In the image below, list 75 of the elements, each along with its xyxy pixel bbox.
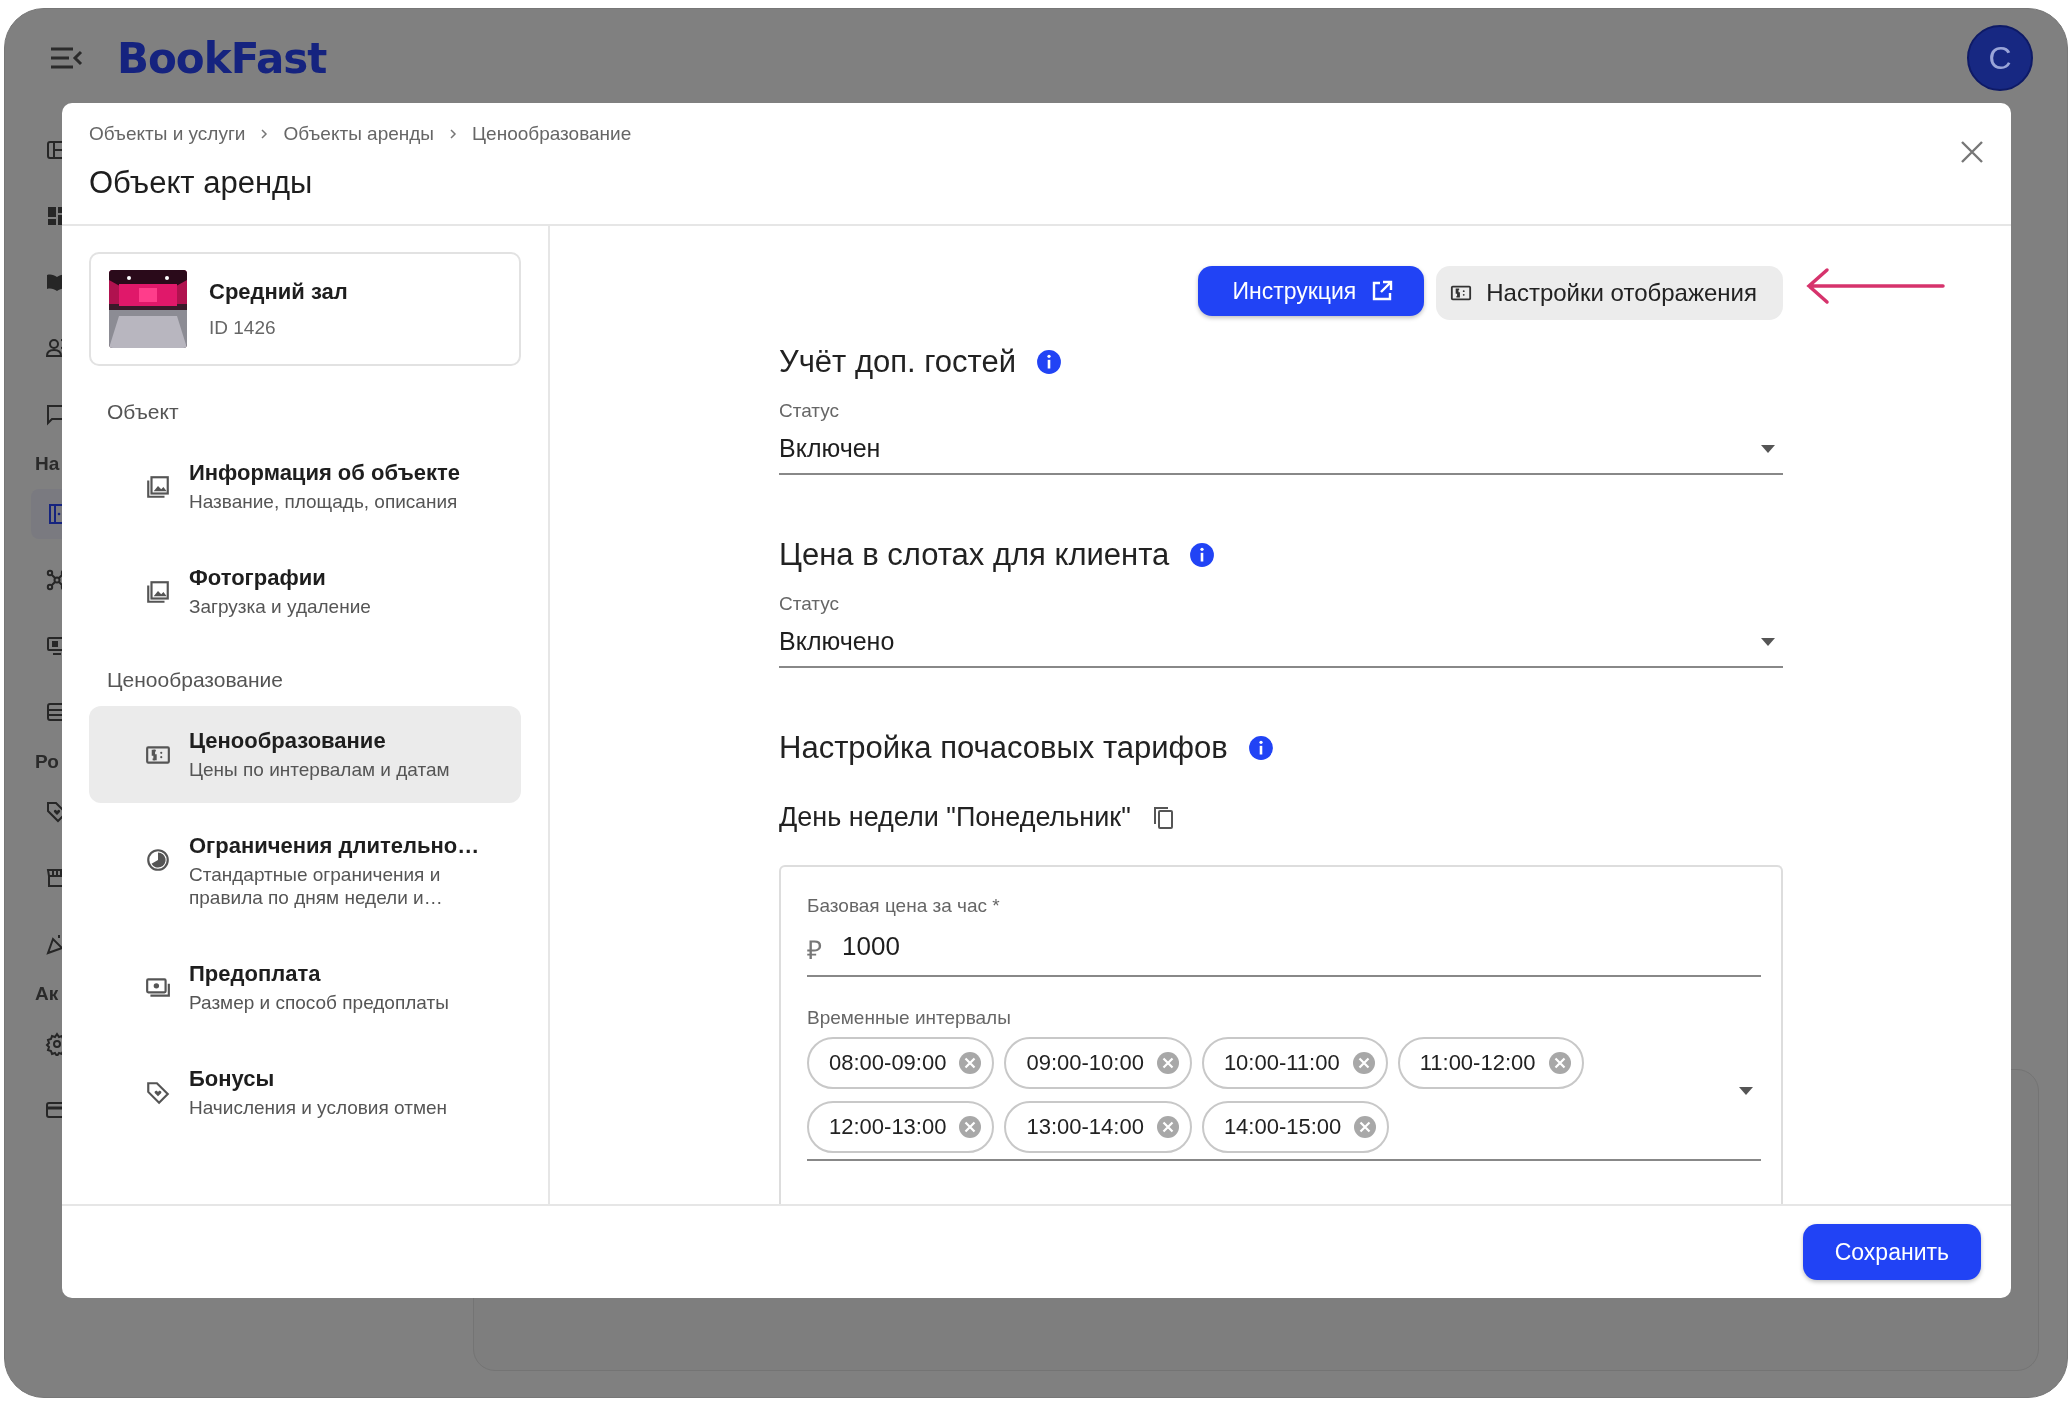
field-label: Временные интервалы (807, 1007, 1012, 1029)
section-title: Настройка почасовых тарифов (779, 730, 1228, 766)
nav-item-title: Предоплата (189, 961, 322, 987)
nav-item[interactable]: Бонусы Начисления и условия отмен (89, 1044, 521, 1141)
remove-icon (1547, 1051, 1572, 1075)
rail-section-label: На (34, 452, 61, 476)
nav-item[interactable]: Ограничения длительно… Стандартные ограничения и правила по дням недели и… (89, 811, 521, 931)
breadcrumb-link[interactable]: Объекты и услуги (89, 123, 246, 145)
instruction-button[interactable]: Инструкция (1198, 266, 1425, 316)
status-select[interactable]: Статус Включен (779, 400, 1783, 475)
nav-item-subtitle: Цены по интервалам и датам (189, 758, 451, 781)
nav-item-title: Фотографии (189, 565, 327, 591)
info-icon (1247, 735, 1274, 761)
object-card[interactable]: Средний зал ID 1426 (89, 252, 521, 366)
save-button[interactable]: Сохранить (1802, 1224, 1981, 1280)
remove-icon (1155, 1115, 1180, 1139)
select-value: Включено (779, 627, 895, 656)
nav-item-subtitle: Начисления и условия отмен (189, 1096, 448, 1119)
chevron-icon (259, 128, 270, 140)
object-name: Средний зал (209, 279, 348, 305)
nav-item[interactable]: Фотографии Загрузка и удаление (89, 543, 521, 640)
rail-section-label: Ро (34, 750, 60, 774)
dropdown-caret-icon (1761, 637, 1775, 646)
rail-section-label: Ак (34, 982, 60, 1006)
section-title: Цена в слотах для клиента (779, 537, 1170, 573)
remove-icon (958, 1051, 983, 1075)
interval-chip[interactable]: 08:00-09:00 (807, 1037, 995, 1089)
object-id: ID 1426 (209, 317, 277, 339)
display-settings-button[interactable]: Настройки отображения (1436, 266, 1783, 320)
interval-chip[interactable]: 11:00-12:00 (1397, 1037, 1584, 1089)
nav-item[interactable]: Ценообразование Цены по интервалам и датам (89, 706, 521, 803)
interval-chip[interactable]: 09:00-10:00 (1004, 1037, 1192, 1089)
nav-item[interactable]: Информация об объекте Название, площадь, описания (89, 438, 521, 535)
close-icon[interactable] (1959, 139, 1985, 165)
remove-icon (1351, 1051, 1376, 1075)
nav-item-subtitle: Размер и способ предоплаты (189, 991, 450, 1014)
nav-item-subtitle: Загрузка и удаление (189, 595, 372, 618)
dropdown-caret-icon (1761, 444, 1775, 453)
section-heading: Объект (107, 400, 180, 424)
external-link-icon (1370, 279, 1395, 303)
nav-item-subtitle: Название, площадь, описания (189, 490, 459, 513)
remove-icon (1353, 1115, 1378, 1139)
modal-title: Объект аренды (89, 165, 314, 201)
nav-item-subtitle: Стандартные ограничения и правила по дням недели и… (189, 863, 444, 909)
section-heading: Ценообразование (107, 668, 284, 692)
intervals-field[interactable]: Временные интервалы 08:00-09:00 09:00-10:00 10:00-11:00 11:00-12:00 12:00-13:00 13:00-14:00 14:00-15:00 (807, 1007, 1761, 1161)
chevron-icon (448, 128, 459, 140)
price-value: 1000 (842, 931, 900, 963)
interval-chip[interactable]: 13:00-14:00 (1004, 1101, 1192, 1153)
section-title: Учёт доп. гостей (779, 344, 1016, 380)
nav-item-title: Бонусы (189, 1066, 276, 1092)
breadcrumb-link[interactable]: Ценообразование (472, 123, 632, 145)
info-icon (1189, 542, 1216, 568)
status-select[interactable]: Статус Включено (779, 593, 1783, 668)
select-value: Включен (779, 434, 881, 463)
interval-chip[interactable]: 12:00-13:00 (807, 1101, 995, 1153)
breadcrumb-link[interactable]: Объекты аренды (283, 123, 435, 145)
field-label: Статус (779, 400, 841, 422)
nav-item[interactable]: Предоплата Размер и способ предоплаты (89, 939, 521, 1036)
dropdown-caret-icon (1739, 1087, 1753, 1095)
nav-item-title: Ограничения длительно… (189, 833, 480, 859)
field-label: Статус (779, 593, 841, 615)
currency-sign: ₽ (807, 934, 822, 967)
remove-icon (1155, 1051, 1180, 1075)
info-icon (1036, 349, 1062, 375)
price-field[interactable]: Базовая цена за час * ₽ 1000 (807, 895, 1761, 977)
interval-chip[interactable]: 10:00-11:00 (1201, 1037, 1388, 1089)
field-label: Базовая цена за час * (807, 895, 1001, 917)
day-title: День недели "Понедельник" (779, 802, 1131, 833)
menu-icon[interactable] (49, 45, 83, 71)
interval-chip[interactable]: 14:00-15:00 (1201, 1101, 1390, 1153)
remove-icon (958, 1115, 983, 1139)
avatar[interactable]: С (1967, 25, 2033, 91)
nav-item-title: Информация об объекте (189, 460, 462, 486)
nav-item-title: Ценообразование (189, 728, 387, 754)
